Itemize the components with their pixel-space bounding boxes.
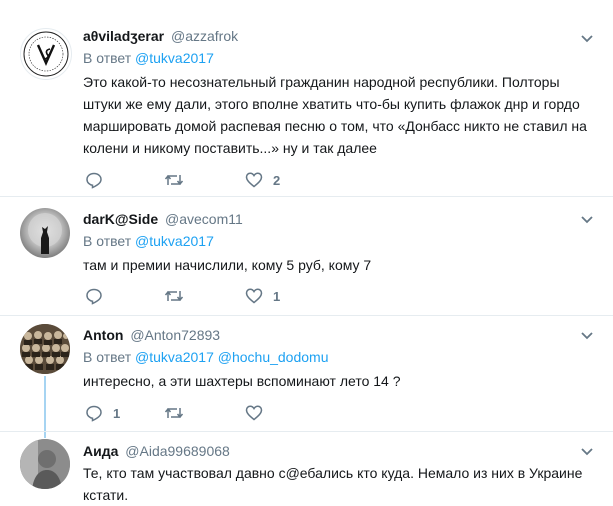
- retweet-icon: [164, 290, 184, 302]
- tweet-header: Anton @Anton72893: [83, 325, 593, 345]
- reply-context: В ответ @tukva2017: [83, 48, 593, 68]
- heart-icon: [245, 172, 263, 188]
- avatar[interactable]: [20, 208, 70, 258]
- tweet-text: Те, кто там участвовал давно с@ебались к…: [83, 465, 583, 503]
- tweet-actions: 1: [83, 403, 403, 423]
- retweet-icon: [164, 407, 184, 419]
- tweet-header: Аида @Aida99689068: [83, 441, 593, 461]
- person-photo-avatar-image: [20, 439, 70, 489]
- tweet-menu-caret[interactable]: [579, 443, 595, 459]
- brand-logo-avatar-image: [23, 31, 69, 77]
- retweet-button[interactable]: [164, 170, 184, 190]
- tweet-actions: 1: [83, 286, 403, 306]
- thread-connector: [44, 376, 46, 431]
- avatar[interactable]: [20, 324, 70, 374]
- reply-tweet-2[interactable]: darK@Side @avecom11 В ответ @tukva2017 т…: [0, 197, 613, 315]
- tweet-menu-caret[interactable]: [579, 30, 595, 46]
- mention-link[interactable]: @tukva2017: [135, 50, 214, 66]
- author-name[interactable]: darK@Side: [83, 211, 158, 227]
- avatar[interactable]: [20, 439, 70, 489]
- reply-icon: [86, 288, 102, 305]
- mention-link[interactable]: @tukva2017: [135, 233, 214, 249]
- author-name[interactable]: Аида: [83, 443, 118, 459]
- tweet-text: там и премии начислили, кому 5 руб, кому…: [83, 257, 372, 273]
- reply-icon: [86, 405, 102, 422]
- reply-tweet-1[interactable]: aθviladʒerar @azzafrok В ответ @tukva201…: [0, 0, 613, 196]
- heart-icon: [245, 288, 263, 304]
- author-handle[interactable]: @Anton72893: [130, 327, 220, 343]
- reply-tweet-4[interactable]: Аида @Aida99689068 Те, кто там участвова…: [0, 432, 613, 504]
- reply-context: В ответ @tukva2017 @hochu_dodomu: [83, 347, 593, 367]
- reply-button[interactable]: [85, 286, 113, 306]
- replies-feed: aθviladʒerar @azzafrok В ответ @tukva201…: [0, 0, 613, 504]
- author-handle[interactable]: @Aida99689068: [125, 443, 230, 459]
- wolf-moon-avatar-image: [28, 213, 62, 254]
- chevron-down-icon: [581, 332, 593, 340]
- reply-prefix: В ответ: [83, 233, 132, 249]
- retweet-button[interactable]: [164, 286, 184, 306]
- like-button[interactable]: 2: [245, 170, 280, 190]
- like-count: 2: [273, 172, 281, 188]
- chevron-down-icon: [581, 448, 593, 456]
- retweet-icon: [164, 174, 184, 186]
- tweet-header: aθviladʒerar @azzafrok: [83, 26, 593, 46]
- reply-count: 1: [113, 405, 121, 421]
- tweet-actions: 2: [83, 170, 403, 190]
- avatar[interactable]: [20, 28, 72, 80]
- reply-prefix: В ответ: [83, 349, 132, 365]
- like-button[interactable]: [245, 403, 273, 423]
- author-handle[interactable]: @azzafrok: [171, 28, 238, 44]
- reply-button[interactable]: 1: [85, 403, 120, 423]
- thread-connector: [44, 432, 46, 438]
- tweet-menu-caret[interactable]: [579, 327, 595, 343]
- mention-link[interactable]: @hochu_dodomu: [218, 349, 329, 365]
- tweet-header: darK@Side @avecom11: [83, 209, 593, 229]
- reply-tweet-3[interactable]: Anton @Anton72893 В ответ @tukva2017 @ho…: [0, 316, 613, 431]
- author-name[interactable]: Anton: [83, 327, 123, 343]
- group-photo-avatar-image: [20, 324, 70, 374]
- tweet-text: интересно, а эти шахтеры вспоминают лето…: [83, 373, 401, 389]
- mention-link[interactable]: @tukva2017: [135, 349, 214, 365]
- tweet-menu-caret[interactable]: [579, 211, 595, 227]
- author-name[interactable]: aθviladʒerar: [83, 28, 164, 44]
- reply-prefix: В ответ: [83, 50, 132, 66]
- heart-icon: [245, 405, 263, 421]
- like-count: 1: [273, 288, 281, 304]
- retweet-button[interactable]: [164, 403, 184, 423]
- like-button[interactable]: 1: [245, 286, 280, 306]
- reply-button[interactable]: [85, 170, 113, 190]
- tweet-text: Это какой-то несознательный гражданин на…: [83, 74, 587, 156]
- reply-context: В ответ @tukva2017: [83, 231, 593, 251]
- author-handle[interactable]: @avecom11: [165, 211, 243, 227]
- chevron-down-icon: [581, 216, 593, 224]
- chevron-down-icon: [581, 35, 593, 43]
- reply-icon: [86, 172, 102, 189]
